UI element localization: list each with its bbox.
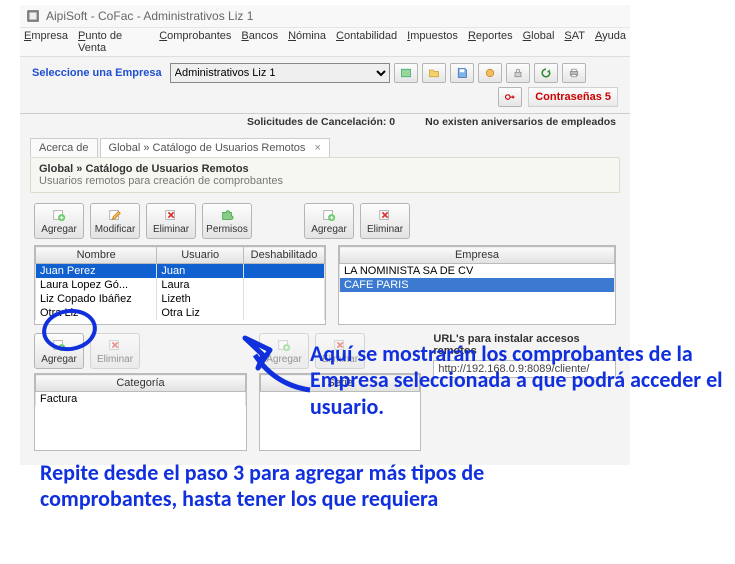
menu-punto-venta[interactable]: Punto de Venta [78, 30, 149, 54]
close-icon[interactable]: × [314, 142, 320, 154]
table-row[interactable]: Laura Lopez Gó...Laura [36, 278, 325, 292]
col-empresa[interactable]: Empresa [339, 247, 614, 264]
folder-icon[interactable] [422, 63, 446, 83]
puzzle-icon [220, 208, 234, 222]
delete-user-button[interactable]: Eliminar [146, 203, 196, 239]
table-row[interactable]: LA NOMINISTA SA DE CV [339, 264, 614, 279]
menu-sat[interactable]: SAT [564, 30, 585, 54]
table-row[interactable]: Liz Copado IbáñezLizeth [36, 292, 325, 306]
menu-ayuda[interactable]: Ayuda [595, 30, 626, 54]
annotation-text-2: Repite desde el paso 3 para agregar más … [40, 460, 540, 513]
tab-catalogo[interactable]: Global » Catálogo de Usuarios Remotos × [100, 138, 330, 157]
key-icon[interactable] [498, 87, 522, 107]
toolbar: Seleccione una Empresa Administrativos L… [20, 57, 630, 114]
x-icon [108, 338, 122, 352]
delete-category-button: Eliminar [90, 333, 140, 369]
toolbar-icon-4[interactable] [478, 63, 502, 83]
info-cancel: Solicitudes de Cancelación: 0 [247, 116, 395, 128]
permissions-button[interactable]: Permisos [202, 203, 252, 239]
menu-empresa[interactable]: Empresa [24, 30, 68, 54]
categories-table[interactable]: Categoría Factura [35, 374, 246, 406]
menu-bancos[interactable]: Bancos [241, 30, 278, 54]
table-row[interactable]: CAFE PARIS [339, 278, 614, 292]
edit-icon [108, 208, 122, 222]
app-icon [26, 9, 40, 23]
annotation-arrow [225, 330, 315, 400]
menu-global[interactable]: Global [523, 30, 555, 54]
menu-comprobantes[interactable]: Comprobantes [159, 30, 231, 54]
col-nombre[interactable]: Nombre [36, 247, 157, 264]
menu-contabilidad[interactable]: Contabilidad [336, 30, 397, 54]
menu-reportes[interactable]: Reportes [468, 30, 513, 54]
col-categoria[interactable]: Categoría [36, 375, 246, 392]
menu-bar: Empresa Punto de Venta Comprobantes Banc… [20, 28, 630, 57]
company-label: Seleccione una Empresa [32, 67, 162, 79]
company-select[interactable]: Administrativos Liz 1 [170, 63, 390, 83]
refresh-icon[interactable] [534, 63, 558, 83]
page-title: Global » Catálogo de Usuarios Remotos [39, 163, 611, 175]
companies-table[interactable]: Empresa LA NOMINISTA SA DE CV CAFE PARIS [339, 246, 615, 292]
user-button-row: Agregar Modificar Eliminar Permisos Agre… [20, 193, 630, 245]
info-aniversarios: No existen aniversarios de empleados [425, 116, 616, 128]
add-user-button[interactable]: Agregar [34, 203, 84, 239]
annotation-text-1: Aquí se mostrarán los comprobantes de la… [310, 341, 730, 420]
title-bar: AipiSoft - CoFac - Administrativos Liz 1 [20, 5, 630, 28]
save-icon[interactable] [450, 63, 474, 83]
table-row[interactable]: Juan PerezJuan [36, 264, 325, 279]
window-title: AipiSoft - CoFac - Administrativos Liz 1 [46, 9, 253, 23]
info-bar: Solicitudes de Cancelación: 0 No existen… [20, 114, 630, 134]
col-usuario[interactable]: Usuario [157, 247, 244, 264]
toolbar-icon-1[interactable] [394, 63, 418, 83]
print-icon[interactable] [562, 63, 586, 83]
tabs: Acerca de Global » Catálogo de Usuarios … [20, 134, 630, 157]
table-row[interactable]: Factura [36, 392, 246, 407]
lock-icon[interactable] [506, 63, 530, 83]
col-deshabilitado[interactable]: Deshabilitado [244, 247, 325, 264]
contrasenas-badge[interactable]: Contraseñas 5 [528, 87, 618, 107]
modify-user-button[interactable]: Modificar [90, 203, 140, 239]
page-subtitle: Usuarios remotos para creación de compro… [39, 175, 611, 187]
menu-impuestos[interactable]: Impuestos [407, 30, 458, 54]
add-company-button[interactable]: Agregar [304, 203, 354, 239]
x-icon [164, 208, 178, 222]
plus-icon [52, 208, 66, 222]
x-icon [378, 208, 392, 222]
plus-icon [322, 208, 336, 222]
content-header: Global » Catálogo de Usuarios Remotos Us… [30, 157, 620, 193]
delete-company-button[interactable]: Eliminar [360, 203, 410, 239]
menu-nomina[interactable]: Nómina [288, 30, 326, 54]
tab-acerca[interactable]: Acerca de [30, 138, 98, 157]
